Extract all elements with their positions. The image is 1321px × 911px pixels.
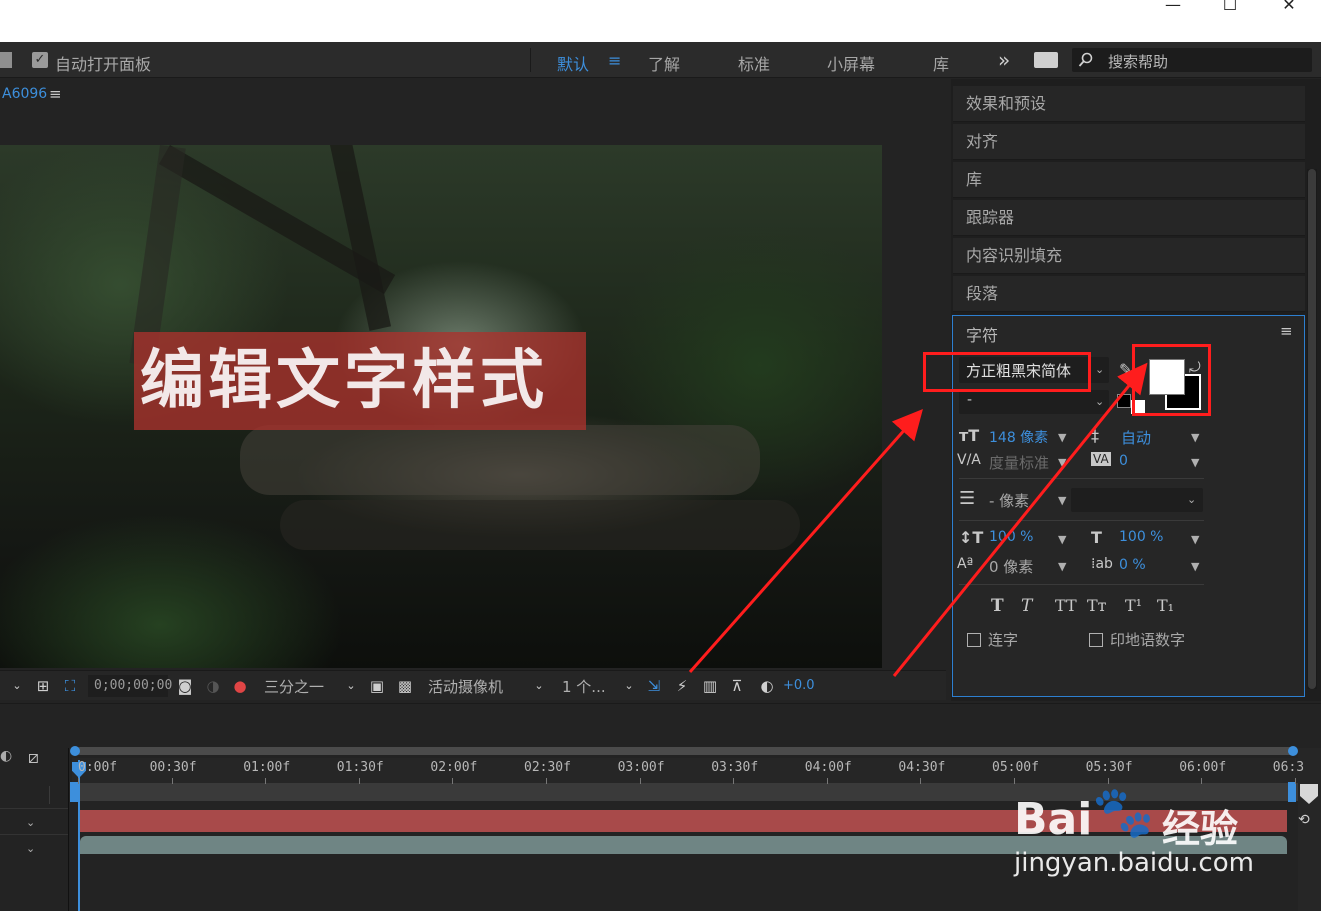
annotation-arrow-color bbox=[892, 362, 1148, 677]
watermark-url: jingyan.baidu.com bbox=[1014, 848, 1254, 878]
watermark-brand: Bai bbox=[1014, 794, 1093, 845]
baidu-watermark: 🐾 Bai 经验 jingyan.baidu.com bbox=[1012, 783, 1312, 890]
watermark-brand-suffix: 经验 bbox=[1162, 807, 1239, 851]
annotation-arrow-font bbox=[688, 409, 923, 673]
paw-logo-icon: 🐾 bbox=[1092, 783, 1155, 841]
annotation-arrows bbox=[688, 362, 1148, 677]
